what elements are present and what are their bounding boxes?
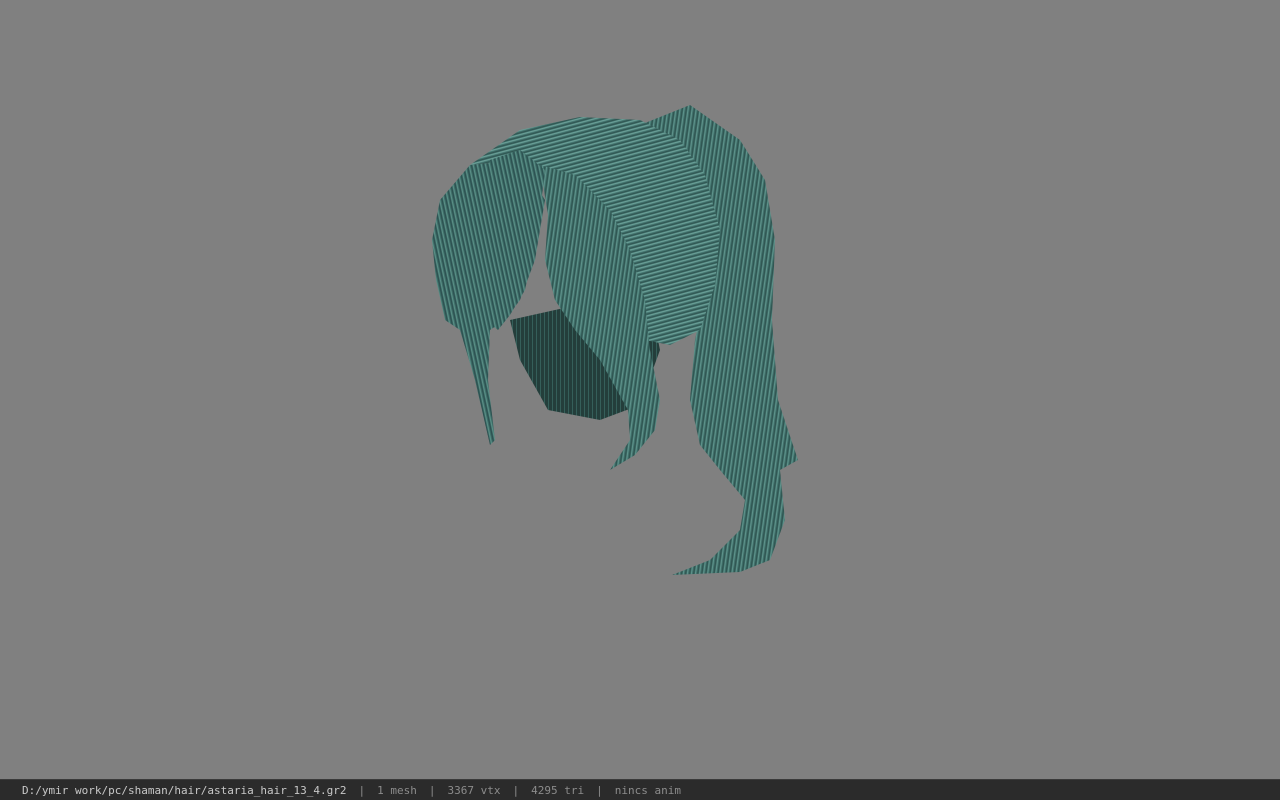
file-path: D:/ymir work/pc/shaman/hair/astaria_hair… (22, 783, 347, 797)
hair-model-render (432, 105, 798, 575)
separator: | (428, 783, 436, 797)
mesh-count: 1 mesh (377, 783, 417, 797)
separator: | (358, 783, 366, 797)
hair-front-strand (480, 150, 545, 330)
vertex-count: 3367 vtx (447, 783, 501, 797)
model-viewport[interactable] (0, 0, 1280, 779)
status-bar: D:/ymir work/pc/shaman/hair/astaria_hair… (0, 779, 1280, 800)
triangle-count: 4295 tri (531, 783, 585, 797)
anim-status: nincs anim (614, 783, 681, 797)
separator: | (596, 783, 603, 797)
separator: | (512, 783, 520, 797)
